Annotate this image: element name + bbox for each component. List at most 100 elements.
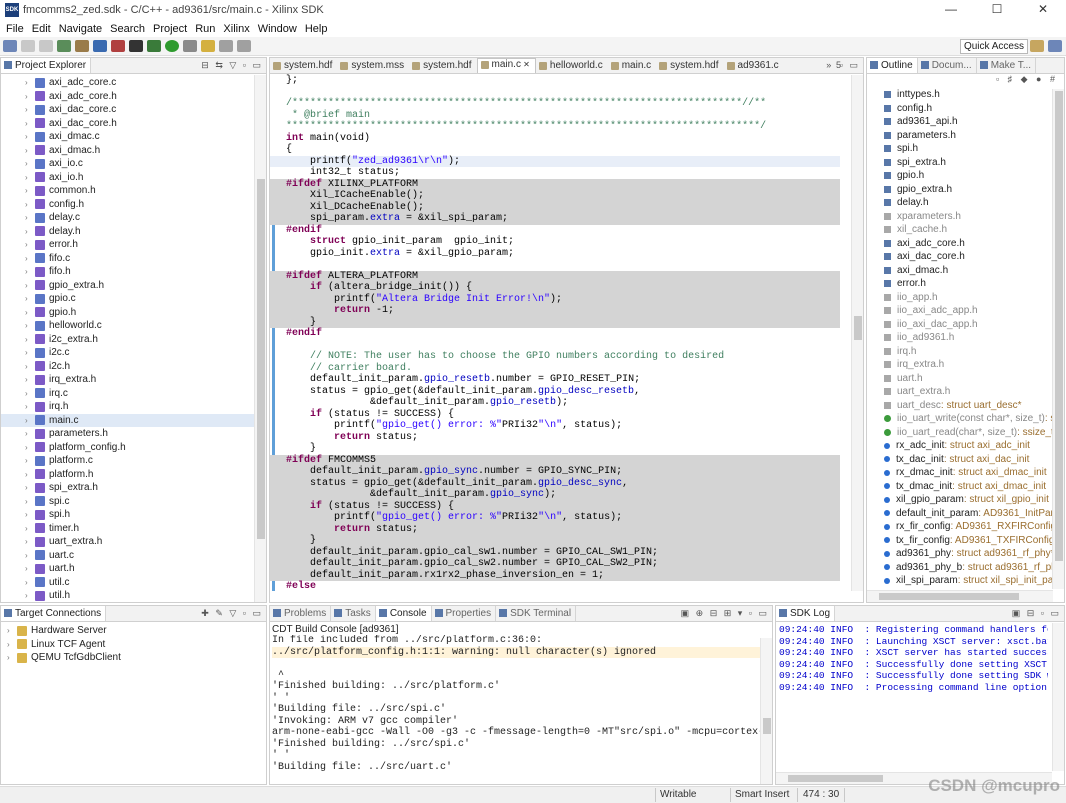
code-line[interactable]: status = gpio_get(&default_init_param.gp… [270,477,840,489]
expand-arrow-icon[interactable]: › [25,117,35,131]
external-tools-icon[interactable] [183,40,197,52]
outline-item[interactable]: xil_gpio_param : struct xil_gpio_init [867,493,1064,507]
tab-sdk-terminal[interactable]: SDK Terminal [496,606,577,621]
code-line[interactable]: Xil_ICacheEnable(); [270,190,840,202]
code-line[interactable]: if (status != SUCCESS) { [270,500,840,512]
tree-item[interactable]: › uart_extra.h [1,535,266,549]
outline-item[interactable]: iio_ad9361.h [867,331,1064,345]
expand-arrow-icon[interactable]: › [25,360,35,374]
tree-item[interactable]: › irq_extra.h [1,373,266,387]
tree-item[interactable]: › platform.c [1,454,266,468]
menu-run[interactable]: Run [191,23,219,35]
expand-arrow-icon[interactable]: › [25,549,35,563]
code-line[interactable]: gpio_init.extra = &xil_gpio_param; [270,248,840,260]
tree-item[interactable]: › spi_extra.h [1,481,266,495]
tab-outline[interactable]: Outline [867,58,918,73]
tree-item[interactable]: › axi_io.h [1,171,266,185]
outline-item[interactable]: gpio_extra.h [867,183,1064,197]
tree-item[interactable]: › helloworld.c [1,319,266,333]
outline-item[interactable]: tx_dac_init : struct axi_dac_init [867,453,1064,467]
terminal-icon[interactable] [129,40,143,52]
view-controls[interactable]: ⊟ ⇆ ▽ ▫ ▭ [201,60,263,71]
new-icon[interactable] [3,40,17,52]
tab-main-c[interactable]: main.c [608,60,656,73]
tree-item[interactable]: › platform.h [1,468,266,482]
code-line[interactable]: return -1; [270,305,840,317]
code-line[interactable]: Xil_DCacheEnable(); [270,201,840,213]
outline-item[interactable]: irq.h [867,345,1064,359]
outline-item[interactable]: uart_extra.h [867,385,1064,399]
tree-item[interactable]: › axi_io.c [1,157,266,171]
code-line[interactable]: if (status != SUCCESS) { [270,409,840,421]
outline-hthumb[interactable] [879,593,1019,600]
code-line[interactable]: } [270,443,840,455]
expand-arrow-icon[interactable]: › [25,225,35,239]
outline-item[interactable]: uart_desc : struct uart_desc* [867,399,1064,413]
tree-item[interactable]: › timer.h [1,522,266,536]
expand-arrow-icon[interactable]: › [25,292,35,306]
maximize-button[interactable]: ☐ [974,0,1020,20]
code-line[interactable]: default_init_param.rx1rx2_phase_inversio… [270,569,840,581]
outline-item[interactable]: config.h [867,102,1064,116]
tab-target-connections[interactable]: Target Connections [1,606,107,621]
code-line[interactable]: } [270,535,840,547]
expand-arrow-icon[interactable]: › [25,454,35,468]
tab-make-target[interactable]: Make T... [977,58,1037,73]
code-area[interactable]: }; /*************************************… [270,75,840,593]
code-line[interactable]: printf("Altera Bridge Init Error!\n"); [270,293,840,305]
code-line[interactable]: default_init_param.gpio_cal_sw2.number =… [270,558,840,570]
code-line[interactable]: printf("gpio_get() error: %"PRIi32"\n", … [270,512,840,524]
expand-arrow-icon[interactable]: › [25,535,35,549]
expand-arrow-icon[interactable]: › [7,638,17,652]
expand-arrow-icon[interactable]: › [25,387,35,401]
tab-console[interactable]: Console [375,606,432,621]
target-item[interactable]: › QEMU TcfGdbClient [1,651,266,665]
outline-item[interactable]: inttypes.h [867,88,1064,102]
outline-item[interactable]: parameters.h [867,129,1064,143]
expand-arrow-icon[interactable]: › [25,157,35,171]
tree-item[interactable]: › uart.h [1,562,266,576]
menu-search[interactable]: Search [106,23,149,35]
expand-arrow-icon[interactable]: › [25,76,35,90]
code-line[interactable]: #ifdef FMCOMMS5 [270,454,840,466]
outline-item[interactable]: rx_adc_init : struct axi_adc_init [867,439,1064,453]
expand-arrow-icon[interactable]: › [25,103,35,117]
tree-item[interactable]: › config.h [1,198,266,212]
outline-item[interactable]: tx_fir_config : AD9361_TXFIRConfig [867,534,1064,548]
tree-item[interactable]: › main.c [1,413,266,427]
code-line[interactable]: &default_init_param.gpio_sync); [270,489,840,501]
code-line[interactable]: default_init_param.gpio_cal_sw1.number =… [270,546,840,558]
expand-arrow-icon[interactable]: › [25,562,35,576]
expand-arrow-icon[interactable]: › [25,211,35,225]
tree-item[interactable]: › axi_adc_core.h [1,90,266,104]
tab-helloworld-c[interactable]: helloworld.c [536,60,608,73]
code-line[interactable]: // NOTE: The user has to choose the GPIO… [270,351,840,363]
code-line[interactable] [270,87,840,99]
program-fpga-icon[interactable] [93,40,107,52]
code-line[interactable]: int32_t status; [270,167,840,179]
code-line[interactable] [270,259,840,271]
perspective-icon[interactable] [1030,40,1044,52]
expand-arrow-icon[interactable]: › [25,184,35,198]
outline-item[interactable]: iio_axi_dac_app.h [867,318,1064,332]
tab-system-mss[interactable]: system.mss [337,60,409,73]
code-line[interactable]: default_init_param.gpio_resetb.number = … [270,374,840,386]
code-line[interactable]: printf("gpio_get() error: %"PRIi32"\n", … [270,420,840,432]
expand-arrow-icon[interactable]: › [25,427,35,441]
code-line[interactable] [270,340,840,352]
expand-arrow-icon[interactable]: › [25,171,35,185]
code-line[interactable]: printf("zed_ad9361\r\n"); [270,155,840,167]
tab-system-hdf[interactable]: system.hdf [270,60,337,73]
code-line[interactable]: /***************************************… [270,98,840,110]
tab-properties[interactable]: Properties [432,606,497,621]
tree-item[interactable]: › delay.c [1,211,266,225]
tab-main-c[interactable]: main.c ✕ [476,58,536,73]
outline-item[interactable]: xil_cache.h [867,223,1064,237]
tree-item[interactable]: › delay.h [1,225,266,239]
cpp-perspective-icon[interactable] [1048,40,1062,52]
outline-item[interactable]: axi_adc_core.h [867,237,1064,251]
expand-arrow-icon[interactable]: › [25,144,35,158]
xsct-icon[interactable] [111,40,125,52]
outline-item[interactable]: iio_uart_read(char*, size_t) : ssize_t [867,426,1064,440]
outline-item[interactable]: tx_dmac_init : struct axi_dmac_init [867,480,1064,494]
